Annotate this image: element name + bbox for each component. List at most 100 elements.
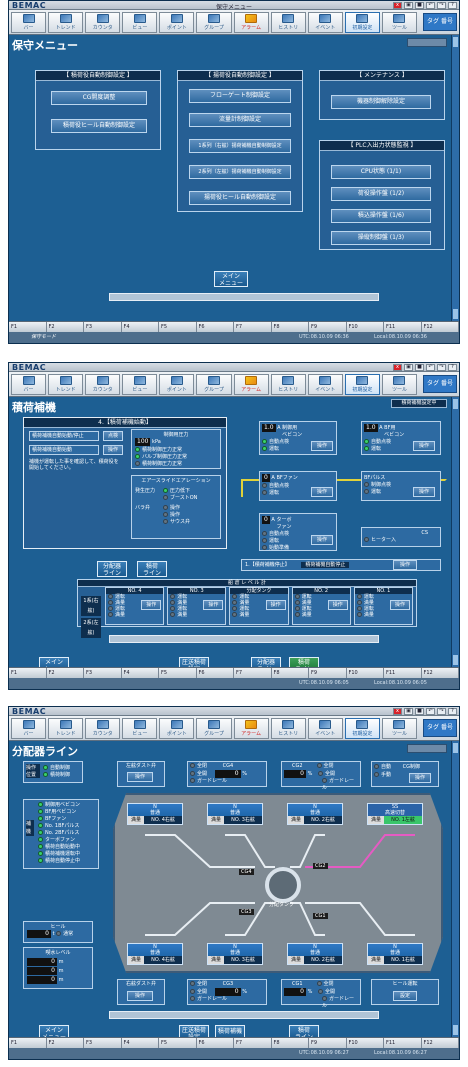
hold-tank-card[interactable]: N 普通 満量 NO. 3右舷 [207,803,263,825]
device-release-button[interactable]: 機器制御解除設定 [331,95,431,109]
help-icon[interactable]: ? [448,364,457,371]
heel-setting-button[interactable]: 設定 [393,991,417,1001]
toolbar-group-button[interactable]: グループ [196,12,232,33]
unloading-heel-button[interactable]: 揚荷役ヒール自動制御設定 [189,191,291,205]
f5-key[interactable]: F5 [159,668,197,678]
toolbar-history-button[interactable]: ヒストリ [270,12,306,33]
cpu-status-button[interactable]: CPU状態 (1/1) [331,165,431,179]
cargo-panel-button[interactable]: 荷役操作盤 (1/2) [331,187,431,201]
cg-opening-button[interactable]: CG開度調整 [51,91,147,105]
f6-key[interactable]: F6 [196,668,234,678]
f2-key[interactable]: F2 [46,1038,84,1048]
operate-button[interactable]: 操作 [103,445,123,455]
f7-key[interactable]: F7 [234,1038,272,1048]
stop-icon[interactable]: ■ [415,2,424,9]
hold-operate-button[interactable]: 操作 [390,600,411,610]
stop-icon[interactable]: ■ [415,708,424,715]
redo-icon[interactable]: ↷ [437,2,446,9]
help-icon[interactable]: ? [448,2,457,9]
device-operate-button[interactable]: 操作 [311,535,333,545]
scrollbar[interactable] [451,741,459,1037]
scroll-down-icon[interactable] [453,1025,458,1035]
f11-key[interactable]: F11 [384,322,422,332]
f6-key[interactable]: F6 [196,1038,234,1048]
undo-icon[interactable]: ↶ [426,2,435,9]
f1-key[interactable]: F1 [9,322,47,332]
f9-key[interactable]: F9 [309,322,347,332]
scroll-up-icon[interactable] [453,399,458,409]
toolbar-group-button[interactable]: グループ [196,374,232,395]
toolbar-view-button[interactable]: ビュー [122,374,158,395]
hold-tank-card[interactable]: N 普通 満量 NO. 2右舷 [287,803,343,825]
control-panel-button[interactable]: 操縦制御盤 (1/3) [331,231,431,245]
f5-key[interactable]: F5 [159,322,197,332]
check-button[interactable]: 点検 [103,431,123,441]
help-icon[interactable]: ? [448,708,457,715]
scroll-down-icon[interactable] [453,655,458,665]
toolbar-bar-button[interactable]: バー [11,12,47,33]
toolbar-settings-button[interactable]: 初期設定 [344,374,380,395]
f12-key[interactable]: F12 [421,1038,459,1048]
loading-panel-button[interactable]: 積込操作盤 (1/6) [331,209,431,223]
toolbar-event-button[interactable]: イベント [307,374,343,395]
f2-key[interactable]: F2 [46,322,84,332]
f8-key[interactable]: F8 [271,668,309,678]
hold-tank-card[interactable]: N 普通 満量 NO. 4右舷 [127,803,183,825]
f11-key[interactable]: F11 [384,668,422,678]
toolbar-history-button[interactable]: ヒストリ [270,718,306,739]
print-icon[interactable]: ▣ [404,2,413,9]
f1-key[interactable]: F1 [9,668,47,678]
toolbar-counter-button[interactable]: カウンタ [85,718,121,739]
redo-icon[interactable]: ↷ [437,364,446,371]
stop-icon[interactable]: ■ [415,364,424,371]
scroll-up-icon[interactable] [453,37,458,47]
f3-key[interactable]: F3 [84,322,122,332]
line1-aux-button[interactable]: 1系列（右舷）揚荷補機自動制御設定 [189,139,291,153]
toolbar-counter-button[interactable]: カウンタ [85,12,121,33]
f11-key[interactable]: F11 [384,1038,422,1048]
toolbar-bar-button[interactable]: バー [11,718,47,739]
toolbar-settings-button[interactable]: 初期設定 [344,718,380,739]
f10-key[interactable]: F10 [346,668,384,678]
print-icon[interactable]: ▣ [404,708,413,715]
f9-key[interactable]: F9 [309,668,347,678]
flowmeter-button[interactable]: 流量計制御設定 [189,113,291,127]
hold-tank-card[interactable]: N 普通 満量 NO. 1右舷 [367,943,423,965]
tag-number-button[interactable]: タグ 番号 [423,719,457,737]
hold-tank-card[interactable]: N 普通 満量 NO. 3右舷 [207,943,263,965]
toolbar-alarm-button[interactable]: アラーム [233,12,269,33]
f7-key[interactable]: F7 [234,322,272,332]
f7-key[interactable]: F7 [234,668,272,678]
dust-valve-operate-button[interactable]: 操作 [127,772,153,782]
toolbar-group-button[interactable]: グループ [196,718,232,739]
hold-operate-button[interactable]: 操作 [327,600,348,610]
f12-key[interactable]: F12 [421,322,459,332]
device-operate-button[interactable]: 操作 [413,441,435,451]
scroll-down-icon[interactable] [453,309,458,319]
dust-valve-operate-button[interactable]: 操作 [127,991,153,1001]
hold-operate-button[interactable]: 操作 [203,600,224,610]
f1-key[interactable]: F1 [9,1038,47,1048]
f2-key[interactable]: F2 [46,668,84,678]
hold-tank-card[interactable]: SS 高速切替 満量 NO. 1左舷 [367,803,423,825]
undo-icon[interactable]: ↶ [426,364,435,371]
close-icon[interactable]: x [393,2,402,9]
toolbar-view-button[interactable]: ビュー [122,12,158,33]
toolbar-point-button[interactable]: ポイント [159,374,195,395]
toolbar-alarm-button[interactable]: アラーム [233,374,269,395]
toolbar-bar-button[interactable]: バー [11,374,47,395]
scroll-up-icon[interactable] [453,743,458,753]
toolbar-view-button[interactable]: ビュー [122,718,158,739]
cg-control-operate-button[interactable]: 操作 [409,773,431,783]
f8-key[interactable]: F8 [271,322,309,332]
device-operate-button[interactable]: 操作 [413,487,435,497]
loading-heel-button[interactable]: 積荷役ヒール自動制御設定 [51,119,147,133]
loading-line-button[interactable]: 積荷 ライン [137,561,167,577]
close-icon[interactable]: x [393,364,402,371]
tag-number-button[interactable]: タグ 番号 [423,13,457,31]
hold-operate-button[interactable]: 操作 [141,600,162,610]
distributor-line-button[interactable]: 分配器 ライン [97,561,127,577]
device-operate-button[interactable]: 操作 [311,441,333,451]
f4-key[interactable]: F4 [121,322,159,332]
tag-number-button[interactable]: タグ 番号 [423,375,457,393]
